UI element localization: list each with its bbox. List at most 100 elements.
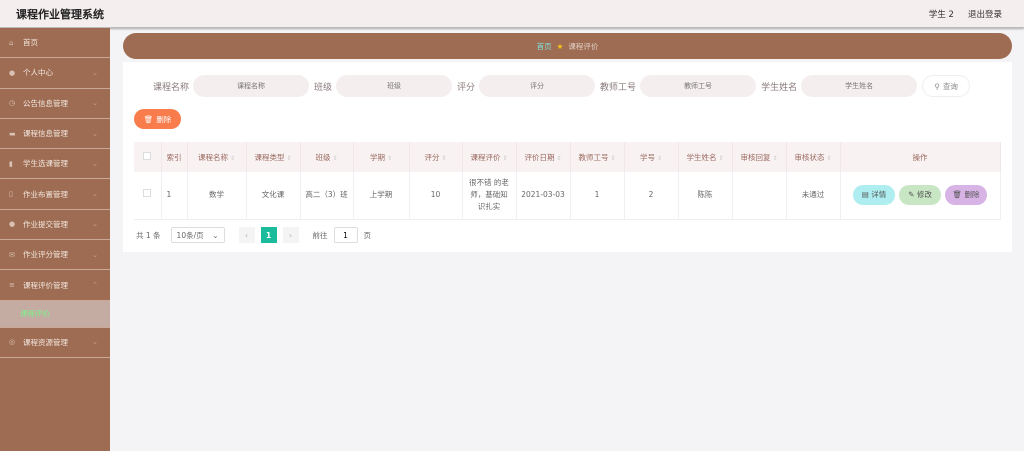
column-header[interactable]: 课程评价 ⇕ xyxy=(462,142,517,172)
sidebar: ⌂ 首页 ● 个人中心 ⌄ ◷ 公告信息管理 ⌄ ▬ 课程信息管理 ⌄ ▮ 学生选课管理 ⌄ ▯ 作业布置管理… xyxy=(0,28,110,451)
pin-icon: ● xyxy=(9,220,16,229)
sort-icon[interactable]: ⇕ xyxy=(230,155,235,162)
column-header[interactable]: 评分 ⇕ xyxy=(409,142,463,172)
chevron-down-icon: ⌄ xyxy=(92,190,98,199)
sidebar-subitem-active[interactable]: 课程评价 xyxy=(0,300,110,328)
chevron-up-icon: ⌃ xyxy=(92,281,98,290)
page-button[interactable]: 1 xyxy=(260,227,277,243)
chevron-down-icon: ⌄ xyxy=(92,68,98,77)
search-input[interactable] xyxy=(193,75,310,97)
sort-icon[interactable]: ⇕ xyxy=(502,155,507,162)
user-icon: ● xyxy=(9,68,16,77)
sidebar-item[interactable]: ◎ 课程资源管理 ⌄ xyxy=(0,328,110,358)
search-input[interactable] xyxy=(801,75,918,97)
star-icon: ★ xyxy=(556,41,564,51)
detail-button[interactable]: ▤ 详情 xyxy=(853,185,895,206)
page-size-select[interactable]: 10条/页 ⌄ xyxy=(170,227,225,243)
document-icon: ▤ xyxy=(861,190,869,200)
column-header[interactable]: 学号 ⇕ xyxy=(624,142,679,172)
menu-icon: ≡ xyxy=(9,281,15,290)
column-header[interactable]: 审核状态 ⇕ xyxy=(786,142,841,172)
sidebar-item[interactable]: ⌂ 首页 xyxy=(0,28,110,59)
pencil-icon: ✎ xyxy=(908,190,915,200)
search-label: 评分 xyxy=(457,82,476,93)
table-cell: 2 xyxy=(624,172,679,220)
sort-icon[interactable]: ⇕ xyxy=(772,155,777,162)
sort-icon[interactable]: ⇕ xyxy=(610,155,615,162)
sidebar-item[interactable]: ◷ 公告信息管理 ⌄ xyxy=(0,89,110,119)
search-input[interactable] xyxy=(479,75,596,97)
breadcrumb-home[interactable]: 首页 xyxy=(537,41,552,52)
sort-icon[interactable]: ⇕ xyxy=(826,155,831,162)
search-input[interactable] xyxy=(640,75,757,97)
chevron-down-icon: ⌄ xyxy=(212,230,219,240)
column-header[interactable]: 教师工号 ⇕ xyxy=(570,142,625,172)
chevron-down-icon: ⌄ xyxy=(92,129,98,138)
compass-icon: ◎ xyxy=(9,338,16,347)
home-icon: ⌂ xyxy=(9,38,14,47)
sidebar-item[interactable]: ● 作业提交管理 ⌄ xyxy=(0,210,110,241)
table-cell: 未通过 xyxy=(786,172,841,220)
sidebar-item[interactable]: ✉ 作业评分管理 ⌄ xyxy=(0,240,110,271)
total-count: 共 1 条 xyxy=(136,230,161,240)
column-header[interactable]: 学期 ⇕ xyxy=(353,142,410,172)
column-header: 操作 xyxy=(840,142,1001,172)
sidebar-item[interactable]: ▬ 课程信息管理 ⌄ xyxy=(0,119,110,150)
table-header: 索引 课程名称 ⇕ 课程类型 ⇕ 班级 ⇕ 学期 ⇕ 评分 ⇕ 课程评价 ⇕ 评价日期 ⇕ 教师工号 ⇕ 学号 ⇕ 学… xyxy=(134,142,1001,172)
page-unit: 页 xyxy=(363,230,372,240)
sort-icon[interactable]: ⇕ xyxy=(657,155,662,162)
goto-page-input[interactable] xyxy=(333,227,358,243)
table-cell xyxy=(732,172,787,220)
search-label: 教师工号 xyxy=(600,82,637,93)
pagination: 共 1 条 10条/页⌄ ‹ 1 › 前往 页 xyxy=(136,227,371,243)
sort-icon[interactable]: ⇕ xyxy=(387,155,392,162)
column-header[interactable]: 审核回复 ⇕ xyxy=(732,142,787,172)
table-cell: 文化课 xyxy=(246,172,301,220)
goto-label: 前往 xyxy=(312,230,328,240)
table-cell: 1 xyxy=(161,172,188,220)
content-card: 课程名称班级评分教师工号学生姓名⚲查询 🗑删除 索引课程名称⇕课程类型⇕班级⇕学… xyxy=(123,62,1012,252)
sort-icon[interactable]: ⇕ xyxy=(441,155,446,162)
evaluation-table: 索引 课程名称 ⇕ 课程类型 ⇕ 班级 ⇕ 学期 ⇕ 评分 ⇕ 课程评价 ⇕ 评价日期 ⇕ 教师工号 ⇕ 学号 ⇕ 学… xyxy=(134,142,1001,220)
search-input[interactable] xyxy=(336,75,453,97)
next-page-button[interactable]: › xyxy=(282,227,299,243)
app-title: 课程作业管理系统 xyxy=(16,8,104,21)
table-cell: 10 xyxy=(409,172,463,220)
column-header[interactable]: 评价日期 ⇕ xyxy=(516,142,571,172)
sidebar-item[interactable]: ▯ 作业布置管理 ⌄ xyxy=(0,179,110,210)
chevron-down-icon: ⌄ xyxy=(92,338,98,347)
sort-icon[interactable]: ⇕ xyxy=(332,155,337,162)
sort-icon[interactable]: ⇕ xyxy=(556,155,561,162)
sort-icon[interactable]: ⇕ xyxy=(718,155,723,162)
mic-icon: ▯ xyxy=(9,190,13,199)
trash-icon: 🗑 xyxy=(143,114,154,124)
prev-page-button[interactable]: ‹ xyxy=(238,227,255,243)
table-cell: 高二（3）班 xyxy=(300,172,354,220)
logout-link[interactable]: 退出登录 xyxy=(968,8,1002,20)
delete-button[interactable]: 🗑 删除 xyxy=(945,185,987,206)
sidebar-item[interactable]: ● 个人中心 ⌄ xyxy=(0,58,110,89)
sidebar-item[interactable]: ≡ 课程评价管理 ⌃ xyxy=(0,270,110,301)
briefcase-icon: ▬ xyxy=(9,129,16,138)
row-checkbox[interactable] xyxy=(134,172,162,220)
trash-icon: 🗑 xyxy=(952,190,963,200)
batch-delete-button[interactable]: 🗑 删除 xyxy=(134,109,181,129)
edit-button[interactable]: ✎ 修改 xyxy=(899,185,941,206)
breadcrumb-current: 课程评价 xyxy=(568,41,599,51)
column-header[interactable]: 课程类型 ⇕ xyxy=(246,142,301,172)
column-header[interactable]: 课程名称 ⇕ xyxy=(187,142,247,172)
column-header[interactable]: 学生姓名 ⇕ xyxy=(678,142,733,172)
column-header[interactable]: 班级 ⇕ xyxy=(300,142,354,172)
search-bar: 课程名称 班级 评分 教师工号 学生姓名 ⚲查询 xyxy=(153,75,971,97)
sidebar-item[interactable]: ▮ 学生选课管理 ⌄ xyxy=(0,149,110,180)
top-bar: 课程作业管理系统 学生 2 退出登录 xyxy=(0,0,1024,28)
search-button[interactable]: ⚲ 查询 xyxy=(922,75,971,97)
clipboard-icon: ▮ xyxy=(9,159,13,168)
search-icon: ⚲ xyxy=(934,81,940,91)
search-label: 学生姓名 xyxy=(761,82,798,93)
select-all-checkbox[interactable] xyxy=(134,142,162,172)
column-header: 索引 xyxy=(161,142,188,172)
search-label: 班级 xyxy=(314,82,333,93)
mail-icon: ✉ xyxy=(9,250,15,259)
sort-icon[interactable]: ⇕ xyxy=(286,155,291,162)
